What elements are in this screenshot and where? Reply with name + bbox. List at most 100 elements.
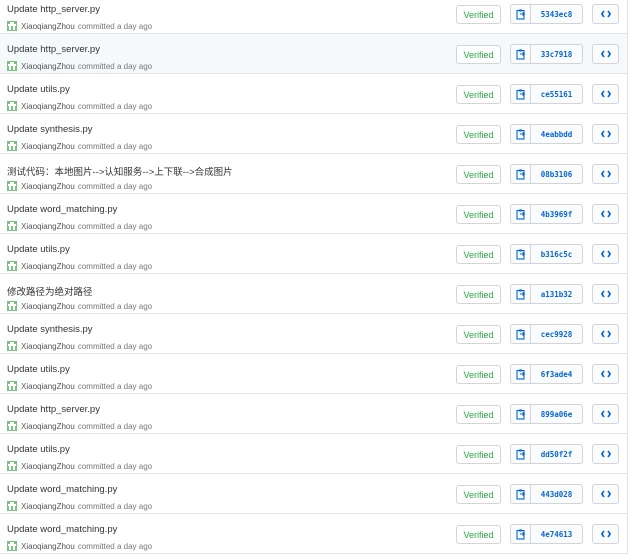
commit-sha-link[interactable]: 4eabbdd [531,125,582,143]
copy-sha-button[interactable] [511,445,531,463]
copy-sha-button[interactable] [511,245,531,263]
verified-badge[interactable]: Verified [456,245,501,264]
commit-title-link[interactable]: Update word_matching.py [7,204,117,215]
commit-sha-link[interactable]: 33c7918 [531,45,582,63]
copy-sha-button[interactable] [511,325,531,343]
browse-repo-button[interactable] [592,404,619,424]
commit-sha-link[interactable]: dd50f2f [531,445,582,463]
commit-author[interactable]: XiaoqiangZhou [21,262,75,271]
browse-repo-button[interactable] [592,524,619,544]
commit-author[interactable]: XiaoqiangZhou [21,342,75,351]
verified-badge[interactable]: Verified [456,85,501,104]
commit-title-link[interactable]: Update synthesis.py [7,124,93,135]
verified-badge[interactable]: Verified [456,525,501,544]
commit-author[interactable]: XiaoqiangZhou [21,22,75,31]
commit-author[interactable]: XiaoqiangZhou [21,102,75,111]
commit-title-link[interactable]: Update word_matching.py [7,484,117,495]
browse-repo-button[interactable] [592,84,619,104]
verified-badge[interactable]: Verified [456,5,501,24]
browse-repo-button[interactable] [592,244,619,264]
commit-author[interactable]: XiaoqiangZhou [21,222,75,231]
commit-sha-link[interactable]: 4b3969f [531,205,582,223]
commit-title-link[interactable]: Update word_matching.py [7,524,117,535]
commit-time: committed a day ago [77,501,153,511]
browse-repo-button[interactable] [592,4,619,24]
commit-title-link[interactable]: Update utils.py [7,364,70,375]
commit-title-link[interactable]: Update http_server.py [7,44,100,55]
commit-author[interactable]: XiaoqiangZhou [21,142,75,151]
copy-sha-button[interactable] [511,45,531,63]
browse-repo-button[interactable] [592,164,619,184]
commit-sha-link[interactable]: 5343ec8 [531,5,582,23]
author-avatar-icon[interactable] [7,221,17,231]
verified-badge[interactable]: Verified [456,45,501,64]
verified-badge[interactable]: Verified [456,405,501,424]
browse-repo-button[interactable] [592,484,619,504]
commit-sha-link[interactable]: b316c5c [531,245,582,263]
commit-author[interactable]: XiaoqiangZhou [21,422,75,431]
author-avatar-icon[interactable] [7,341,17,351]
commit-title-link[interactable]: Update utils.py [7,444,70,455]
commit-author[interactable]: XiaoqiangZhou [21,542,75,551]
browse-repo-button[interactable] [592,444,619,464]
author-avatar-icon[interactable] [7,261,17,271]
author-avatar-icon[interactable] [7,461,17,471]
copy-sha-button[interactable] [511,125,531,143]
commit-title-link[interactable]: Update utils.py [7,244,70,255]
commit-title-link[interactable]: 修改路径为绝对路径 [7,284,93,298]
commit-author[interactable]: XiaoqiangZhou [21,182,75,191]
verified-badge[interactable]: Verified [456,445,501,464]
commit-sha-link[interactable]: ce55161 [531,85,582,103]
author-avatar-icon[interactable] [7,141,17,151]
author-avatar-icon[interactable] [7,301,17,311]
commit-title-link[interactable]: Update http_server.py [7,4,100,15]
commit-sha-link[interactable]: 899a06e [531,405,582,423]
commit-sha-link[interactable]: a131b32 [531,285,582,303]
author-avatar-icon[interactable] [7,501,17,511]
author-avatar-icon[interactable] [7,101,17,111]
verified-badge[interactable]: Verified [456,285,501,304]
copy-sha-button[interactable] [511,365,531,383]
commit-sha-link[interactable]: cec9928 [531,325,582,343]
copy-sha-button[interactable] [511,485,531,503]
commit-author[interactable]: XiaoqiangZhou [21,62,75,71]
commit-title-link[interactable]: 测试代码：本地图片-->认知服务-->上下联-->合成图片 [7,164,233,178]
verified-badge[interactable]: Verified [456,205,501,224]
copy-sha-button[interactable] [511,405,531,423]
verified-badge[interactable]: Verified [456,485,501,504]
copy-sha-button[interactable] [511,525,531,543]
verified-badge[interactable]: Verified [456,325,501,344]
author-avatar-icon[interactable] [7,181,17,191]
author-avatar-icon[interactable] [7,381,17,391]
author-avatar-icon[interactable] [7,541,17,551]
browse-repo-button[interactable] [592,364,619,384]
copy-sha-button[interactable] [511,285,531,303]
copy-sha-button[interactable] [511,165,531,183]
commit-row: Update synthesis.py XiaoqiangZhou commit… [0,314,627,354]
commit-sha-link[interactable]: 4e74613 [531,525,582,543]
copy-sha-button[interactable] [511,205,531,223]
browse-repo-button[interactable] [592,324,619,344]
commit-sha-link[interactable]: 08b3106 [531,165,582,183]
copy-sha-button[interactable] [511,5,531,23]
commit-title-link[interactable]: Update synthesis.py [7,324,93,335]
commit-author[interactable]: XiaoqiangZhou [21,502,75,511]
commit-author[interactable]: XiaoqiangZhou [21,302,75,311]
commit-author[interactable]: XiaoqiangZhou [21,462,75,471]
author-avatar-icon[interactable] [7,61,17,71]
author-avatar-icon[interactable] [7,421,17,431]
browse-repo-button[interactable] [592,124,619,144]
browse-repo-button[interactable] [592,284,619,304]
commit-title-link[interactable]: Update http_server.py [7,404,100,415]
verified-badge[interactable]: Verified [456,125,501,144]
commit-sha-link[interactable]: 443d028 [531,485,582,503]
commit-title-link[interactable]: Update utils.py [7,84,70,95]
author-avatar-icon[interactable] [7,21,17,31]
verified-badge[interactable]: Verified [456,165,501,184]
browse-repo-button[interactable] [592,44,619,64]
verified-badge[interactable]: Verified [456,365,501,384]
copy-sha-button[interactable] [511,85,531,103]
commit-sha-link[interactable]: 6f3ade4 [531,365,582,383]
browse-repo-button[interactable] [592,204,619,224]
commit-author[interactable]: XiaoqiangZhou [21,382,75,391]
